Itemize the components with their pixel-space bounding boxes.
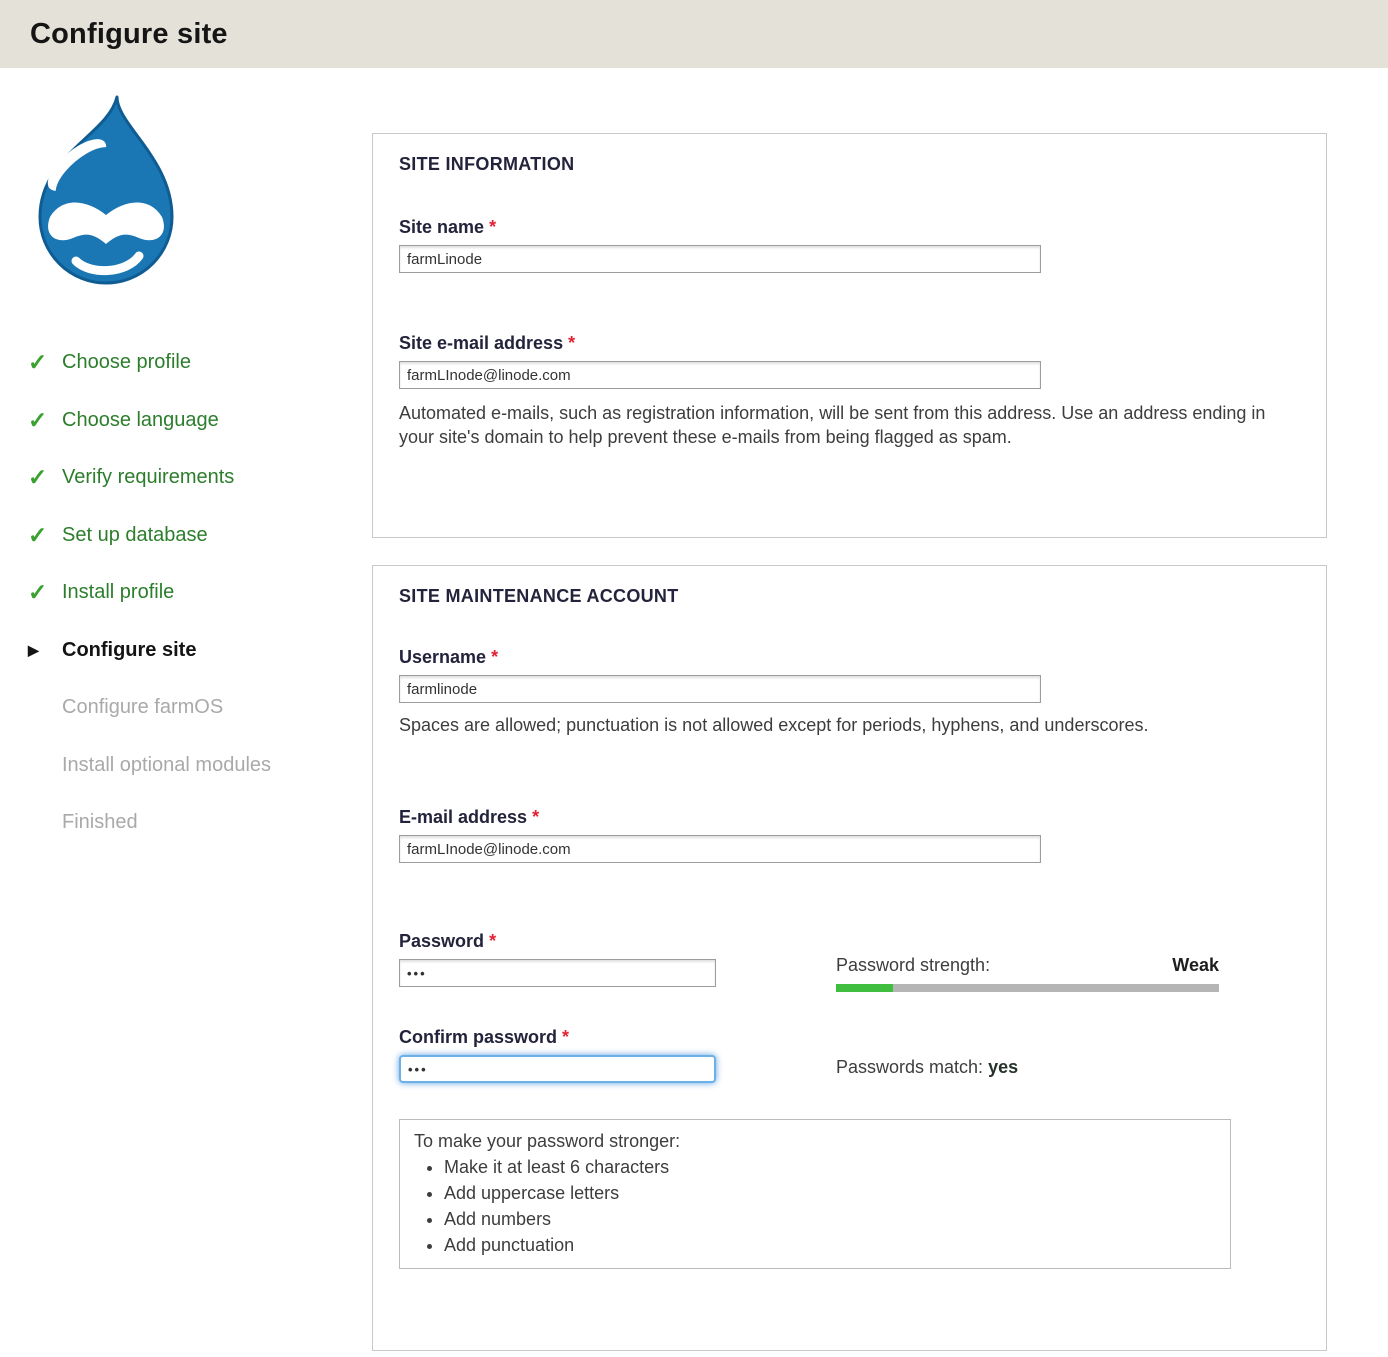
required-asterisk: * (489, 217, 496, 237)
password-input[interactable] (399, 959, 716, 987)
confirm-password-input[interactable] (399, 1055, 716, 1083)
password-strength-label: Password strength: (836, 955, 990, 976)
install-page: Configure site ✓ Choose profile ✓ Choose… (0, 0, 1388, 1357)
step-label: Configure site (62, 639, 196, 662)
required-asterisk: * (568, 333, 575, 353)
account-email-label: E-mail address * (399, 807, 1300, 828)
site-email-description: Automated e-mails, such as registration … (399, 401, 1304, 449)
confirm-password-row: Confirm password * Passwords match: yes (399, 1027, 1300, 1083)
active-arrow-icon: ▶ (24, 642, 62, 659)
password-row: Password * Password strength: Weak (399, 931, 1300, 987)
check-icon: ✓ (24, 349, 62, 376)
check-icon: ✓ (24, 522, 62, 549)
site-email-label: Site e-mail address * (399, 333, 1300, 354)
confirm-password-field-group: Confirm password * (399, 1027, 716, 1083)
strength-bar-fill (836, 984, 893, 992)
password-strength-group: Password strength: Weak (836, 955, 1219, 992)
step-label: Install optional modules (62, 754, 271, 777)
passwords-match-value: yes (988, 1057, 1018, 1077)
password-strength-level: Weak (1172, 955, 1219, 976)
sidebar-step-configure-farmos: Configure farmOS (24, 679, 354, 737)
password-strength-line: Password strength: Weak (836, 955, 1219, 976)
passwords-match-group: Passwords match: yes (836, 1057, 1219, 1083)
page-title: Configure site (0, 0, 1388, 68)
sidebar-step-configure-site: ▶ Configure site (24, 622, 354, 680)
account-email-input[interactable] (399, 835, 1041, 863)
fieldset-legend: SITE MAINTENANCE ACCOUNT (399, 586, 1300, 607)
sidebar-step-install-profile: ✓ Install profile (24, 564, 354, 622)
password-suggestions-list: Make it at least 6 charactersAdd upperca… (414, 1154, 1216, 1258)
suggestion-item: Add numbers (444, 1206, 1216, 1232)
suggestion-item: Add punctuation (444, 1232, 1216, 1258)
passwords-match-label: Passwords match: (836, 1057, 983, 1077)
step-label: Install profile (62, 581, 174, 604)
username-input[interactable] (399, 675, 1041, 703)
step-label: Configure farmOS (62, 696, 223, 719)
password-suggestions-title: To make your password stronger: (414, 1128, 1216, 1154)
password-field-group: Password * (399, 931, 716, 987)
check-icon: ✓ (24, 407, 62, 434)
sidebar-step-choose-language: ✓ Choose language (24, 392, 354, 450)
sidebar-step-install-optional-modules: Install optional modules (24, 737, 354, 795)
site-maintenance-account-fieldset: SITE MAINTENANCE ACCOUNT Username * Spac… (372, 565, 1327, 1351)
required-asterisk: * (532, 807, 539, 827)
step-label: Choose language (62, 409, 219, 432)
site-information-fieldset: SITE INFORMATION Site name * Site e-mail… (372, 133, 1327, 538)
username-description: Spaces are allowed; punctuation is not a… (399, 713, 1219, 737)
step-label: Finished (62, 811, 138, 834)
install-steps-list: ✓ Choose profile ✓ Choose language ✓ Ver… (24, 334, 354, 852)
sidebar-step-choose-profile: ✓ Choose profile (24, 334, 354, 392)
password-suggestions-box: To make your password stronger: Make it … (399, 1119, 1231, 1269)
required-asterisk: * (562, 1027, 569, 1047)
fieldset-legend: SITE INFORMATION (399, 154, 1300, 175)
step-label: Set up database (62, 524, 208, 547)
sidebar-step-set-up-database: ✓ Set up database (24, 507, 354, 565)
site-name-label: Site name * (399, 217, 1300, 238)
confirm-password-label: Confirm password * (399, 1027, 716, 1048)
page-header: Configure site (0, 0, 1388, 68)
drupal-logo-icon (22, 92, 190, 304)
password-label: Password * (399, 931, 716, 952)
required-asterisk: * (491, 647, 498, 667)
required-asterisk: * (489, 931, 496, 951)
check-icon: ✓ (24, 464, 62, 491)
sidebar-step-verify-requirements: ✓ Verify requirements (24, 449, 354, 507)
step-label: Verify requirements (62, 466, 234, 489)
sidebar-step-finished: Finished (24, 794, 354, 852)
check-icon: ✓ (24, 579, 62, 606)
password-strength-track (836, 984, 1219, 992)
site-email-input[interactable] (399, 361, 1041, 389)
site-name-input[interactable] (399, 245, 1041, 273)
step-label: Choose profile (62, 351, 191, 374)
suggestion-item: Add uppercase letters (444, 1180, 1216, 1206)
suggestion-item: Make it at least 6 characters (444, 1154, 1216, 1180)
passwords-match-line: Passwords match: yes (836, 1057, 1219, 1078)
username-label: Username * (399, 647, 1300, 668)
